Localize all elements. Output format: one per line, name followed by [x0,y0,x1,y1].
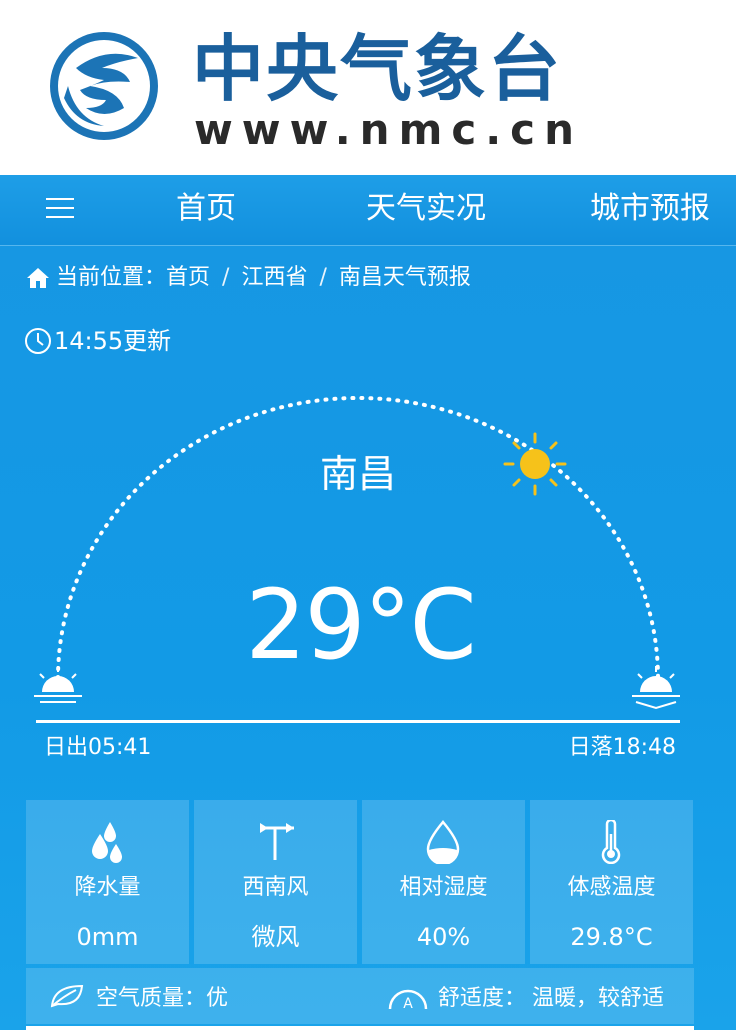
feels-like-card[interactable]: 体感温度 29.8°C [530,800,693,964]
city-name: 南昌 [319,452,396,496]
comfort-value: 温暖，较舒适 [532,986,665,1011]
clock-icon [25,328,51,354]
card-label: 西南风 [242,875,309,900]
humidity-drop-icon [426,820,460,864]
card-label: 体感温度 [567,875,656,900]
hamburger-menu-icon[interactable] [46,198,74,222]
main-nav: 首页 天气实况 城市预报 [0,175,736,246]
weather-cards: 降水量 0mm 西南风 微风 相对湿度 40% 体感温度 29.8°C [26,800,694,964]
sunrise-icon [34,666,82,703]
nav-city-forecast[interactable]: 城市预报 [590,189,710,229]
site-header: 中央气象台 www.nmc.cn [0,0,736,175]
leaf-icon [50,984,84,1008]
brand-url: www.nmc.cn [194,105,583,154]
current-temperature: 29°C [245,569,476,681]
precipitation-card[interactable]: 降水量 0mm [26,800,189,964]
update-text: 14:55更新 [54,327,172,355]
humidity-card[interactable]: 相对湿度 40% [362,800,525,964]
air-quality-label: 空气质量：优 [96,986,229,1011]
nmc-logo-icon[interactable] [46,28,162,144]
thermometer-icon [601,820,621,864]
weather-panel: 当前位置： 首页 / 江西省 / 南昌天气预报 14:55更新 南昌 29°C … [0,246,736,1030]
breadcrumb-home[interactable]: 首页 [166,262,210,294]
card-value: 40% [416,923,471,951]
breadcrumb-province[interactable]: 江西省 [241,262,307,294]
sunrise-time: 日出05:41 [44,735,152,760]
wind-vane-icon [260,823,294,860]
air-quality[interactable]: 空气质量：优 [48,980,228,1012]
nav-home[interactable]: 首页 [176,189,236,229]
card-value: 微风 [251,923,300,951]
breadcrumb-current: 南昌天气预报 [338,265,471,290]
comfort-label: 舒适度： [438,986,527,1011]
raindrops-icon [92,822,122,863]
breadcrumb-prefix: 当前位置： [56,265,167,290]
breadcrumb-separator: / [319,265,327,290]
comfort-index[interactable]: A 舒适度： 温暖，较舒适 [386,980,664,1012]
sunset-time: 日落18:48 [568,735,676,760]
card-value: 0mm [76,923,139,951]
air-comfort-bar: 空气质量：优 A 舒适度： 温暖，较舒适 [26,968,694,1024]
sunset-icon [632,666,680,710]
divider [26,1026,694,1030]
sun-icon [503,432,567,496]
breadcrumb-separator: / [222,265,230,290]
home-icon[interactable] [26,267,50,289]
sun-arc-icon [34,396,680,710]
brand-title: 中央气象台 [192,27,563,111]
breadcrumb: 当前位置： 首页 / 江西省 / 南昌天气预报 [26,262,471,294]
card-label: 降水量 [74,875,141,900]
svg-text:A: A [403,996,413,1011]
card-value: 29.8°C [570,923,653,951]
horizon-line [36,720,680,723]
update-time: 14:55更新 [24,324,171,358]
card-label: 相对湿度 [399,875,488,900]
comfort-gauge-icon: A [388,989,428,1011]
nav-live-weather[interactable]: 天气实况 [366,189,486,229]
wind-card[interactable]: 西南风 微风 [194,800,357,964]
